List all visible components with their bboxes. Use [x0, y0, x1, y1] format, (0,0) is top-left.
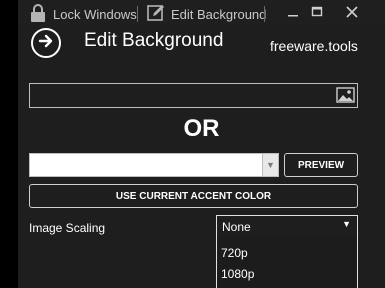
preview-button[interactable]: PREVIEW — [284, 153, 358, 177]
image-scaling-label: Image Scaling — [29, 221, 106, 235]
image-path-input[interactable] — [29, 83, 358, 108]
lock-icon — [28, 3, 48, 26]
dropdown-option[interactable]: 1080p — [221, 267, 254, 281]
titlebar-divider — [264, 6, 265, 22]
dropdown-option[interactable]: 720p — [221, 246, 248, 260]
page-title: Edit Background — [84, 30, 224, 51]
minimize-icon — [287, 5, 299, 21]
chevron-down-icon: ▼ — [266, 160, 275, 170]
back-button[interactable] — [31, 28, 61, 58]
minimize-button[interactable] — [282, 2, 304, 24]
edit-background-button[interactable]: Edit Background — [146, 4, 266, 24]
or-divider-text: OR — [183, 115, 220, 142]
maximize-icon — [311, 5, 323, 21]
browse-image-button[interactable] — [336, 86, 355, 105]
page-header: Edit Background freeware.tools — [18, 28, 385, 64]
image-icon — [336, 87, 355, 109]
image-scaling-select[interactable]: None ▼ — [216, 215, 358, 239]
brand-label: freeware.tools — [270, 38, 358, 54]
color-picker[interactable]: ▼ — [29, 153, 279, 177]
edit-icon — [146, 3, 166, 26]
lock-windows-label: Lock Windows — [53, 6, 137, 22]
title-bar: Lock Windows Edit Background — [18, 0, 385, 27]
image-scaling-value: None — [222, 220, 251, 234]
use-accent-color-button[interactable]: USE CURRENT ACCENT COLOR — [29, 184, 358, 208]
maximize-button[interactable] — [306, 2, 328, 24]
close-icon — [346, 5, 358, 21]
edit-background-label: Edit Background — [171, 6, 267, 22]
lock-windows-button[interactable]: Lock Windows — [28, 3, 137, 26]
arrow-right-icon — [37, 32, 55, 55]
app-window: Lock Windows Edit Background Edit Backgr… — [18, 0, 385, 288]
image-scaling-dropdown: 720p 1080p — [216, 237, 358, 288]
close-button[interactable] — [341, 2, 363, 24]
color-dropdown-button[interactable]: ▼ — [262, 154, 278, 176]
titlebar-divider — [137, 6, 138, 22]
chevron-down-icon: ▼ — [342, 219, 351, 229]
